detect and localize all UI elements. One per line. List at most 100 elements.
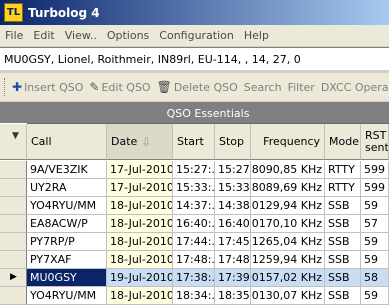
cell-date[interactable]: 18-Jul-2010 (107, 287, 173, 305)
cell-rst-sent[interactable]: 59 (361, 287, 389, 305)
cell-call[interactable]: YO4RYU/MM (27, 197, 107, 215)
title-bar: TL Turbolog 4 (0, 0, 389, 25)
cell-frequency[interactable]: 50129,94 KHz (251, 197, 325, 215)
cell-call[interactable]: PY7RP/P (27, 233, 107, 251)
cell-rst-sent[interactable]: 599 (361, 161, 389, 179)
cell-call[interactable]: EA8ACW/P (27, 215, 107, 233)
cell-start[interactable]: 17:44:... (173, 233, 215, 251)
column-header-stop[interactable]: Stop (215, 124, 251, 160)
cell-stop[interactable]: 15:33... (215, 179, 251, 197)
cell-stop[interactable]: 15:27... (215, 161, 251, 179)
cell-date[interactable]: 17-Jul-2010 (107, 161, 173, 179)
menu-file[interactable]: File (0, 29, 28, 42)
edit-qso-label: Edit QSO (101, 80, 151, 94)
column-header-frequency[interactable]: Frequency (251, 124, 325, 160)
cell-start[interactable]: 15:33:... (173, 179, 215, 197)
cell-rst-sent[interactable]: 59 (361, 233, 389, 251)
cell-mode[interactable]: SSB (325, 287, 361, 305)
cell-frequency[interactable]: 21259,94 KHz (251, 251, 325, 269)
cell-frequency[interactable]: 21265,04 KHz (251, 233, 325, 251)
toolbar-grip[interactable] (4, 78, 5, 96)
search-button[interactable]: Search (241, 81, 285, 94)
cell-start[interactable]: 16:40:... (173, 215, 215, 233)
row-selector-header[interactable]: ▼ (0, 124, 27, 160)
cell-mode[interactable]: SSB (325, 269, 361, 287)
table-row[interactable]: YO4RYU/MM18-Jul-201014:37:...14:38...501… (0, 197, 389, 215)
cell-call[interactable]: MU0GSY (27, 269, 107, 287)
cell-rst-sent[interactable]: 57 (361, 215, 389, 233)
column-header-call[interactable]: Call (27, 124, 107, 160)
cell-date[interactable]: 18-Jul-2010 (107, 215, 173, 233)
filter-button[interactable]: Filter (285, 81, 318, 94)
cell-call[interactable]: YO4RYU/MM (27, 287, 107, 305)
cell-start[interactable]: 17:48:... (173, 251, 215, 269)
row-selector[interactable] (0, 197, 27, 215)
menu-configuration[interactable]: Configuration (154, 29, 239, 42)
cell-call[interactable]: UY2RA (27, 179, 107, 197)
row-selector[interactable]: ▶ (0, 269, 27, 287)
table-row[interactable]: ▶ MU0GSY19-Jul-201017:38:...17:39...50157… (0, 269, 389, 287)
menu-edit[interactable]: Edit (28, 29, 59, 42)
column-header-date[interactable]: Date ⇩ (107, 124, 173, 160)
cell-rst-sent[interactable]: 58 (361, 269, 389, 287)
row-selector[interactable] (0, 251, 27, 269)
cell-call[interactable]: 9A/VE3ZIK (27, 161, 107, 179)
cell-start[interactable]: 17:38:... (173, 269, 215, 287)
delete-qso-button[interactable]: 🗑 Delete QSO (154, 80, 241, 94)
table-row[interactable]: UY2RA17-Jul-201015:33:...15:33...28089,6… (0, 179, 389, 197)
cell-frequency[interactable]: 28089,69 KHz (251, 179, 325, 197)
cell-date[interactable]: 18-Jul-2010 (107, 251, 173, 269)
edit-qso-button[interactable]: ✎ Edit QSO (86, 80, 153, 94)
cell-date[interactable]: 18-Jul-2010 (107, 233, 173, 251)
cell-mode[interactable]: SSB (325, 251, 361, 269)
cell-date[interactable]: 19-Jul-2010 (107, 269, 173, 287)
cell-stop[interactable]: 17:39... (215, 269, 251, 287)
row-selector[interactable] (0, 215, 27, 233)
menu-view[interactable]: View.. (60, 29, 102, 42)
row-selector[interactable] (0, 161, 27, 179)
row-selector[interactable] (0, 179, 27, 197)
table-row[interactable]: PY7RP/P18-Jul-201017:44:...17:45...21265… (0, 233, 389, 251)
cell-start[interactable]: 14:37:... (173, 197, 215, 215)
cell-mode[interactable]: RTTY (325, 179, 361, 197)
cell-rst-sent[interactable]: 599 (361, 179, 389, 197)
cell-start[interactable]: 18:34:... (173, 287, 215, 305)
cell-start[interactable]: 15:27:... (173, 161, 215, 179)
cell-mode[interactable]: SSB (325, 233, 361, 251)
cell-date[interactable]: 18-Jul-2010 (107, 197, 173, 215)
menu-help[interactable]: Help (239, 29, 274, 42)
table-row[interactable]: 9A/VE3ZIK17-Jul-201015:27:...15:27...280… (0, 161, 389, 179)
cell-stop[interactable]: 14:38... (215, 197, 251, 215)
column-header-mode[interactable]: Mode (325, 124, 361, 160)
row-selector[interactable] (0, 233, 27, 251)
menu-options[interactable]: Options (102, 29, 154, 42)
cell-frequency[interactable]: 50170,10 KHz (251, 215, 325, 233)
cell-call[interactable]: PY7XAF (27, 251, 107, 269)
search-label: Search (243, 80, 282, 94)
table-row[interactable]: EA8ACW/P18-Jul-201016:40:...16:40...5017… (0, 215, 389, 233)
cell-date[interactable]: 17-Jul-2010 (107, 179, 173, 197)
cell-mode[interactable]: SSB (325, 197, 361, 215)
cell-frequency[interactable]: 50130,07 KHz (251, 287, 325, 305)
table-row[interactable]: PY7XAF18-Jul-201017:48:...17:48...21259,… (0, 251, 389, 269)
station-info-text: MU0GSY, Lionel, Roithmeir, IN89rl, EU-11… (4, 52, 301, 66)
cell-mode[interactable]: SSB (325, 215, 361, 233)
row-selector[interactable] (0, 287, 27, 305)
group-header: QSO Essentials (27, 103, 389, 124)
column-header-start[interactable]: Start (173, 124, 215, 160)
cell-stop[interactable]: 18:35... (215, 287, 251, 305)
column-header-rst-sent[interactable]: RST sent (361, 124, 389, 160)
dxcc-operations-button[interactable]: DXCC Operati (318, 81, 389, 94)
cell-stop[interactable]: 16:40... (215, 215, 251, 233)
rst-line2: sent (365, 140, 389, 154)
table-row[interactable]: YO4RYU/MM18-Jul-201018:34:...18:35...501… (0, 287, 389, 305)
cell-stop[interactable]: 17:48... (215, 251, 251, 269)
cell-mode[interactable]: RTTY (325, 161, 361, 179)
cell-stop[interactable]: 17:45... (215, 233, 251, 251)
insert-icon: ✚ (12, 80, 23, 94)
cell-frequency[interactable]: 28090,85 KHz (251, 161, 325, 179)
cell-rst-sent[interactable]: 59 (361, 197, 389, 215)
cell-rst-sent[interactable]: 59 (361, 251, 389, 269)
insert-qso-button[interactable]: ✚ Insert QSO (9, 80, 86, 94)
cell-frequency[interactable]: 50157,02 KHz (251, 269, 325, 287)
